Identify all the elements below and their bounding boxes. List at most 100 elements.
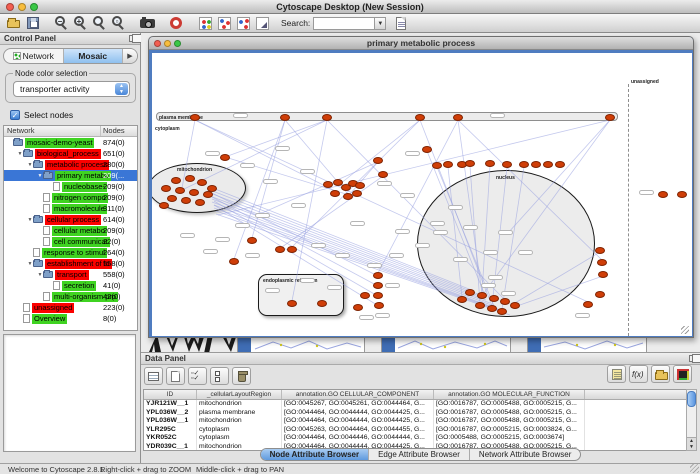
new-attribute-icon[interactable] xyxy=(166,367,185,385)
table-row[interactable]: YKR052Ccytoplasm[GO:0044464, GO:0044446,… xyxy=(144,434,687,443)
tab-mosaic[interactable]: Mosaic xyxy=(64,49,124,63)
graph-node[interactable] xyxy=(275,246,285,253)
zoom-fit-icon[interactable]: ▫ xyxy=(110,15,128,31)
unselect-attributes-icon[interactable] xyxy=(210,367,229,385)
network-nodes-icon[interactable] xyxy=(216,15,234,31)
graph-node[interactable] xyxy=(487,305,497,312)
import-attributes-icon[interactable] xyxy=(651,365,670,383)
function-builder-icon[interactable]: f(x) xyxy=(629,365,648,383)
tab-edge-attribute-browser[interactable]: Edge Attribute Browser xyxy=(369,449,470,460)
tree-row[interactable]: ▼establishment of lo558(0) xyxy=(4,258,137,269)
graph-node[interactable] xyxy=(322,114,332,121)
float-panel-icon[interactable] xyxy=(689,355,697,362)
graph-node[interactable] xyxy=(287,300,297,307)
tree-row[interactable]: secretion41(0) xyxy=(4,280,137,291)
tree-row[interactable]: ▼primary metabo209(... xyxy=(4,170,137,181)
graph-node[interactable] xyxy=(373,282,383,289)
attribute-notes-icon[interactable] xyxy=(607,365,626,383)
graph-node[interactable] xyxy=(360,292,370,299)
tree-row[interactable]: multi-organism pro42(0) xyxy=(4,291,137,302)
tree-row[interactable]: ▼transport558(0) xyxy=(4,269,137,280)
column-header[interactable] xyxy=(585,390,687,399)
graph-node[interactable] xyxy=(477,292,487,299)
tree-row[interactable]: response to stimul264(0) xyxy=(4,247,137,258)
graph-node[interactable] xyxy=(171,177,181,184)
column-header[interactable]: annotation.GO MOLECULAR_FUNCTION xyxy=(434,390,585,399)
zoom-window-icon[interactable] xyxy=(30,3,38,11)
graph-node[interactable] xyxy=(229,258,239,265)
graph-node[interactable] xyxy=(195,199,205,206)
graph-node[interactable] xyxy=(485,160,495,167)
graph-node[interactable] xyxy=(287,246,297,253)
tree-row[interactable]: ▼biological_process651(0) xyxy=(4,148,137,159)
app-titlebar[interactable]: Cytoscape Desktop (New Session) xyxy=(0,0,700,14)
search-input[interactable] xyxy=(313,17,375,30)
tree-row[interactable]: cellular metabo209(0) xyxy=(4,225,137,236)
graph-node[interactable] xyxy=(531,161,541,168)
graph-node[interactable] xyxy=(598,271,608,278)
attribute-table-header[interactable]: ID_cellularLayoutRegionannotation.GO CEL… xyxy=(144,390,687,400)
zoom-selected-icon[interactable] xyxy=(91,15,109,31)
graph-node[interactable] xyxy=(161,185,171,192)
background-window-fragment[interactable] xyxy=(527,336,647,353)
graph-node[interactable] xyxy=(247,237,257,244)
column-header[interactable]: ID xyxy=(144,390,197,399)
attribute-table[interactable]: ID_cellularLayoutRegionannotation.GO CEL… xyxy=(143,389,688,451)
table-row[interactable]: YLR295Ccytoplasm[GO:0045263, GO:0044464,… xyxy=(144,426,687,435)
tree-row[interactable]: macromolecule311(0) xyxy=(4,203,137,214)
graph-node[interactable] xyxy=(465,160,475,167)
graph-node[interactable] xyxy=(355,182,365,189)
graph-node[interactable] xyxy=(181,197,191,204)
network-canvas[interactable]: plasma membrane cytoplasm mitochondrion … xyxy=(152,53,692,336)
frame-minimize-icon[interactable] xyxy=(164,40,171,47)
graph-node[interactable] xyxy=(489,295,499,302)
graph-node[interactable] xyxy=(432,162,442,169)
scrollbar-thumb[interactable] xyxy=(687,391,696,407)
network-view-titlebar[interactable]: primary metabolic process xyxy=(149,37,693,50)
graph-node[interactable] xyxy=(190,114,200,121)
tree-row[interactable]: unassigned223(0) xyxy=(4,302,137,313)
graph-node[interactable] xyxy=(555,161,565,168)
tree-header[interactable]: Network Nodes xyxy=(4,126,137,137)
network-view-window[interactable]: primary metabolic process plasma membran… xyxy=(148,36,694,338)
graph-node[interactable] xyxy=(280,114,290,121)
graph-node[interactable] xyxy=(207,185,217,192)
tree-row[interactable]: ▼cellular process614(0) xyxy=(4,214,137,225)
snapshot-icon[interactable] xyxy=(139,15,157,31)
attribute-grid-icon[interactable] xyxy=(144,367,163,385)
tree-row[interactable]: cell communicat22(0) xyxy=(4,236,137,247)
graph-node[interactable] xyxy=(373,272,383,279)
graph-node[interactable] xyxy=(519,161,529,168)
import-doc-icon[interactable] xyxy=(392,15,410,31)
node-color-dropdown[interactable]: transporter activity ▲▼ xyxy=(13,81,130,97)
delete-attribute-icon[interactable] xyxy=(232,367,251,385)
tree-row[interactable]: ▼metabolic process280(0) xyxy=(4,159,137,170)
graph-node[interactable] xyxy=(443,161,453,168)
graph-node[interactable] xyxy=(330,190,340,197)
select-nodes-checkbox[interactable]: ✓ xyxy=(10,110,20,120)
frame-close-icon[interactable] xyxy=(154,40,161,47)
float-panel-icon[interactable] xyxy=(129,35,137,42)
close-icon[interactable] xyxy=(6,3,14,11)
graph-node[interactable] xyxy=(465,289,475,296)
background-window-fragment[interactable] xyxy=(237,336,365,353)
network-edges-icon[interactable] xyxy=(235,15,253,31)
birdseye-view[interactable] xyxy=(3,334,136,452)
graph-node[interactable] xyxy=(543,161,553,168)
table-scrollbar[interactable]: ▲▼ xyxy=(686,389,697,451)
graph-node[interactable] xyxy=(352,190,362,197)
search-dropdown-arrow-icon[interactable]: ▼ xyxy=(375,17,386,30)
select-attributes-icon[interactable] xyxy=(188,367,207,385)
open-icon[interactable] xyxy=(5,15,23,31)
graph-node[interactable] xyxy=(605,114,615,121)
graph-node[interactable] xyxy=(677,191,687,198)
zoom-out-icon[interactable]: − xyxy=(53,15,71,31)
graph-node[interactable] xyxy=(457,296,467,303)
minimize-icon[interactable] xyxy=(18,3,26,11)
graph-node[interactable] xyxy=(373,157,383,164)
save-icon[interactable] xyxy=(24,15,42,31)
graph-node[interactable] xyxy=(453,114,463,121)
graph-node[interactable] xyxy=(167,195,177,202)
tree-row[interactable]: nucleobase-209(0) xyxy=(4,181,137,192)
graph-node[interactable] xyxy=(422,146,432,153)
